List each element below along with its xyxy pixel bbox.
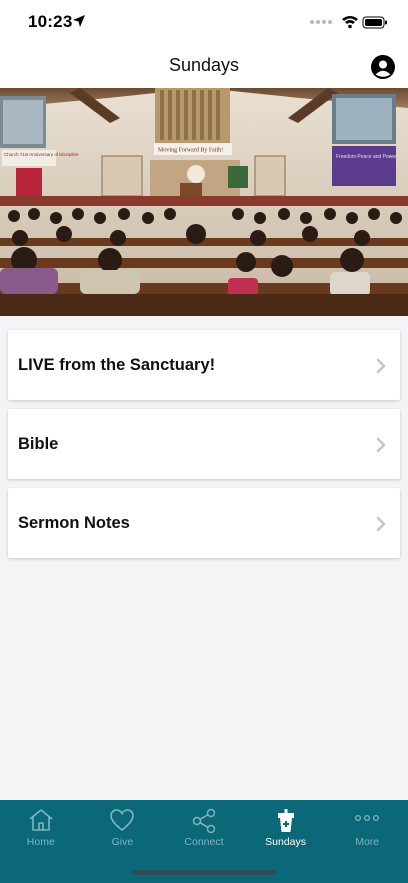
navigation-bar: Sundays bbox=[0, 44, 408, 88]
sanctuary-photo: Church 71st Anniversary of Discipline Mo… bbox=[0, 88, 408, 316]
tab-label: Home bbox=[26, 836, 55, 848]
signal-icon bbox=[310, 20, 332, 24]
tab-sundays[interactable]: Sundays bbox=[245, 800, 327, 860]
hero-image: Church 71st Anniversary of Discipline Mo… bbox=[0, 88, 408, 316]
home-icon bbox=[29, 809, 53, 831]
tab-label: Sundays bbox=[265, 836, 307, 848]
center-banner-text: Moving Forward By Faith! bbox=[158, 148, 223, 154]
status-bar: 10:23 bbox=[0, 0, 408, 44]
menu-item-bible[interactable]: Bible bbox=[8, 409, 400, 479]
pulpit-icon bbox=[277, 809, 294, 832]
more-icon bbox=[355, 814, 380, 822]
heart-icon bbox=[110, 809, 135, 832]
menu-item-label: LIVE from the Sanctuary! bbox=[18, 356, 216, 374]
tab-label: More bbox=[355, 836, 380, 848]
right-banner-text: Freedom Peace and Power bbox=[336, 154, 397, 160]
wifi-icon bbox=[342, 16, 358, 29]
tab-give[interactable]: Give bbox=[82, 800, 164, 860]
tab-more[interactable]: More bbox=[326, 800, 408, 860]
status-indicators bbox=[310, 16, 387, 29]
profile-icon[interactable] bbox=[371, 55, 395, 79]
menu-item-sermon-notes[interactable]: Sermon Notes bbox=[8, 488, 400, 558]
tab-home[interactable]: Home bbox=[0, 800, 82, 860]
page-title: Sundays bbox=[168, 55, 240, 75]
home-indicator[interactable] bbox=[132, 870, 276, 875]
chevron-right-icon bbox=[376, 358, 386, 374]
tab-label: Connect bbox=[184, 836, 224, 848]
left-banner-text: Church 71st Anniversary of Discipline bbox=[4, 152, 79, 157]
menu-item-label: Bible bbox=[18, 435, 59, 453]
menu-item-live-sanctuary[interactable]: LIVE from the Sanctuary! bbox=[8, 330, 400, 400]
status-time: 10:23 bbox=[28, 12, 73, 31]
menu-item-label: Sermon Notes bbox=[18, 514, 130, 532]
share-icon bbox=[192, 808, 216, 834]
chevron-right-icon bbox=[376, 437, 386, 453]
battery-icon bbox=[362, 16, 387, 29]
tab-label: Give bbox=[111, 836, 134, 848]
tab-connect[interactable]: Connect bbox=[163, 800, 245, 860]
location-arrow-icon bbox=[73, 15, 85, 27]
chevron-right-icon bbox=[376, 516, 386, 532]
